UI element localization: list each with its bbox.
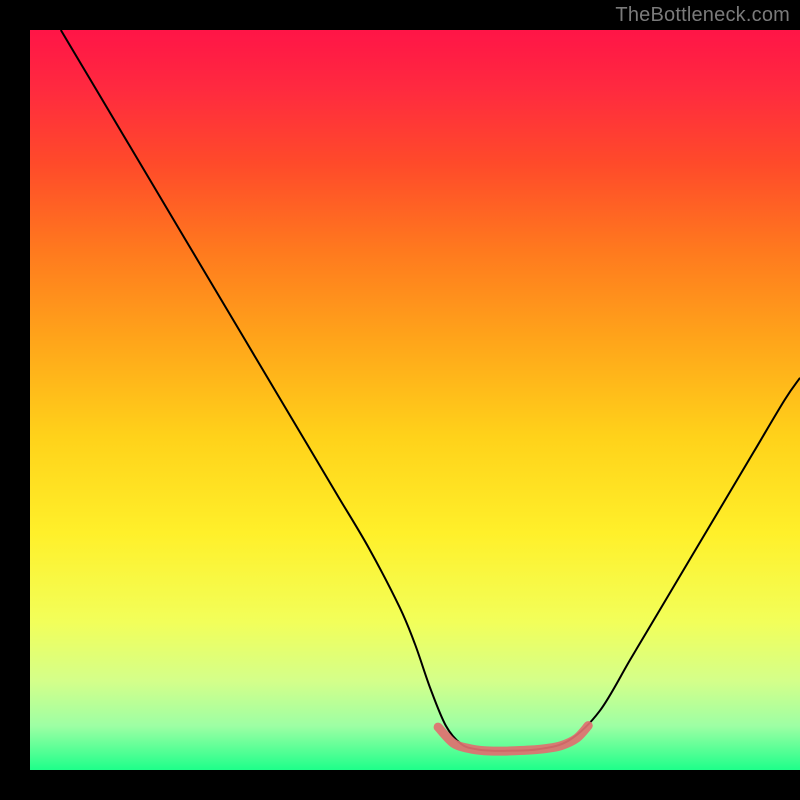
watermark-label: TheBottleneck.com [615,4,790,27]
chart-frame: TheBottleneck.com [0,0,800,800]
plot-background [30,30,800,770]
bottleneck-chart [0,0,800,800]
